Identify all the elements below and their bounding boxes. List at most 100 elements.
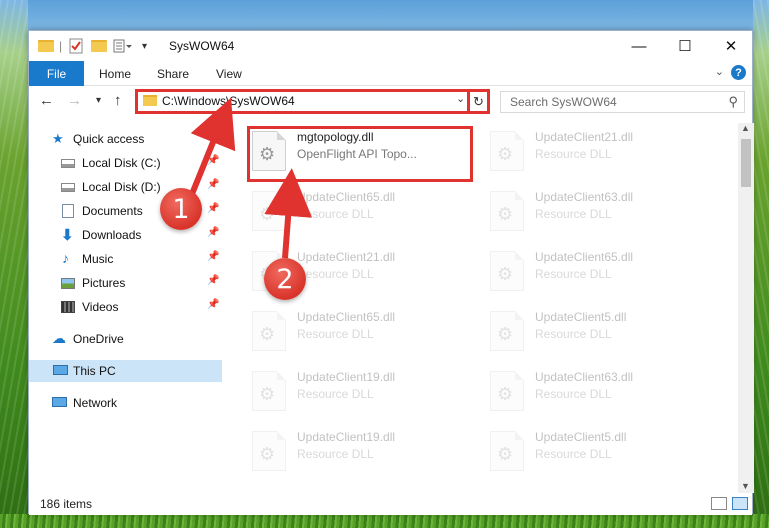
item-count: 186 items bbox=[40, 497, 93, 511]
file-name: UpdateClient65.dll bbox=[297, 190, 396, 204]
file-description: Resource DLL bbox=[297, 267, 374, 281]
file-item[interactable]: ⚙ UpdateClient63.dll Resource DLL bbox=[482, 363, 712, 418]
pin-icon[interactable]: 📌 bbox=[207, 299, 219, 310]
search-icon: ⚲ bbox=[728, 94, 738, 109]
minimize-button[interactable]: — bbox=[616, 31, 662, 61]
music-icon: ♪ bbox=[62, 250, 69, 266]
scroll-up-icon[interactable]: ▲ bbox=[741, 123, 750, 133]
file-description: Resource DLL bbox=[535, 267, 612, 281]
tab-home[interactable]: Home bbox=[99, 67, 131, 81]
nav-label: Videos bbox=[82, 300, 119, 314]
nav-label: Documents bbox=[82, 204, 143, 218]
file-explorer-window: | ▾ SysWOW64 — ☐ ✕ File Home Share View … bbox=[28, 30, 754, 515]
nav-item-music[interactable]: ♪ Music 📌 bbox=[29, 248, 222, 270]
recent-locations-icon[interactable]: ▾ bbox=[96, 95, 101, 106]
file-item[interactable]: ⚙ UpdateClient65.dll Resource DLL bbox=[244, 183, 474, 238]
up-arrow-icon[interactable]: ↑ bbox=[114, 92, 122, 109]
file-list: ⚙ mgtopology.dll OpenFlight API Topo... … bbox=[244, 123, 738, 493]
gear-icon: ⚙ bbox=[259, 324, 276, 344]
file-item[interactable]: ⚙ UpdateClient65.dll Resource DLL bbox=[482, 243, 712, 298]
dll-file-icon: ⚙ bbox=[490, 371, 524, 411]
close-button[interactable]: ✕ bbox=[708, 31, 754, 61]
file-description: Resource DLL bbox=[535, 147, 612, 161]
dll-file-icon: ⚙ bbox=[490, 191, 524, 231]
nav-item-pictures[interactable]: Pictures 📌 bbox=[29, 272, 222, 294]
file-description: Resource DLL bbox=[535, 327, 612, 341]
nav-item-local-disk-c[interactable]: Local Disk (C:) 📌 bbox=[29, 152, 222, 174]
address-path: C:\Windows\SysWOW64 bbox=[162, 94, 295, 108]
file-description: Resource DLL bbox=[297, 447, 374, 461]
chevron-down-icon[interactable]: ⌄ bbox=[456, 92, 465, 105]
ribbon-tabs: File Home Share View ⌄ ? bbox=[29, 61, 752, 86]
file-name: UpdateClient5.dll bbox=[535, 310, 627, 324]
scroll-down-icon[interactable]: ▼ bbox=[741, 481, 750, 491]
file-name: UpdateClient21.dll bbox=[535, 130, 634, 144]
gear-icon: ⚙ bbox=[497, 384, 514, 404]
forward-arrow-icon[interactable]: → bbox=[67, 92, 82, 109]
scroll-thumb[interactable] bbox=[741, 139, 751, 187]
file-item[interactable]: ⚙ UpdateClient63.dll Resource DLL bbox=[482, 183, 712, 238]
file-name: UpdateClient65.dll bbox=[535, 250, 634, 264]
pin-icon[interactable]: 📌 bbox=[207, 155, 219, 166]
maximize-button[interactable]: ☐ bbox=[662, 31, 708, 61]
drive-icon bbox=[61, 159, 75, 168]
file-item[interactable]: ⚙ UpdateClient19.dll Resource DLL bbox=[244, 423, 474, 478]
file-description: Resource DLL bbox=[297, 327, 374, 341]
new-folder-icon[interactable] bbox=[91, 37, 107, 55]
dll-file-icon: ⚙ bbox=[490, 311, 524, 351]
nav-item-onedrive[interactable]: ☁ OneDrive bbox=[29, 328, 222, 350]
nav-label: Local Disk (D:) bbox=[82, 180, 161, 194]
expand-ribbon-icon[interactable]: ⌄ bbox=[715, 65, 724, 78]
file-item[interactable]: ⚙ UpdateClient5.dll Resource DLL bbox=[482, 303, 712, 358]
file-item[interactable]: ⚙ UpdateClient5.dll Resource DLL bbox=[482, 423, 712, 478]
tab-share[interactable]: Share bbox=[157, 67, 189, 81]
tab-file[interactable]: File bbox=[29, 61, 84, 86]
gear-icon: ⚙ bbox=[497, 444, 514, 464]
file-description: Resource DLL bbox=[297, 207, 374, 221]
highlight-box bbox=[247, 126, 473, 182]
navigation-pane: ★ Quick access Local Disk (C:) 📌 Local D… bbox=[29, 123, 224, 493]
pin-icon[interactable]: 📌 bbox=[207, 227, 219, 238]
desktop-background-right bbox=[753, 0, 769, 528]
pin-icon[interactable]: 📌 bbox=[207, 275, 219, 286]
pictures-icon bbox=[61, 278, 75, 289]
refresh-icon: ↻ bbox=[473, 93, 484, 109]
file-name: UpdateClient19.dll bbox=[297, 430, 396, 444]
nav-item-network[interactable]: Network bbox=[29, 392, 222, 414]
customize-toolbar-icon[interactable] bbox=[113, 37, 133, 55]
chevron-down-icon[interactable]: ▾ bbox=[142, 37, 147, 55]
pin-icon[interactable]: 📌 bbox=[207, 179, 219, 190]
gear-icon: ⚙ bbox=[497, 144, 514, 164]
address-bar[interactable]: C:\Windows\SysWOW64 ⌄ bbox=[135, 89, 489, 114]
dll-file-icon: ⚙ bbox=[252, 191, 286, 231]
nav-item-this-pc[interactable]: This PC bbox=[29, 360, 222, 382]
pin-icon[interactable]: 📌 bbox=[207, 251, 219, 262]
star-icon: ★ bbox=[52, 131, 64, 146]
gear-icon: ⚙ bbox=[259, 384, 276, 404]
properties-icon[interactable] bbox=[69, 37, 83, 55]
file-item[interactable]: ⚙ UpdateClient65.dll Resource DLL bbox=[244, 303, 474, 358]
file-name: UpdateClient63.dll bbox=[535, 370, 634, 384]
cloud-icon: ☁ bbox=[52, 330, 66, 346]
details-view-icon[interactable] bbox=[711, 497, 727, 510]
back-arrow-icon[interactable]: ← bbox=[39, 92, 54, 109]
nav-item-videos[interactable]: Videos 📌 bbox=[29, 296, 222, 318]
status-bar: 186 items bbox=[29, 493, 752, 515]
file-item[interactable]: ⚙ UpdateClient19.dll Resource DLL bbox=[244, 363, 474, 418]
nav-label: This PC bbox=[73, 364, 116, 378]
file-name: UpdateClient65.dll bbox=[297, 310, 396, 324]
file-name: UpdateClient5.dll bbox=[535, 430, 627, 444]
pin-icon[interactable]: 📌 bbox=[207, 203, 219, 214]
file-item[interactable]: ⚙ UpdateClient21.dll Resource DLL bbox=[482, 123, 712, 178]
tab-view[interactable]: View bbox=[216, 67, 242, 81]
dll-file-icon: ⚙ bbox=[252, 371, 286, 411]
search-input[interactable]: Search SysWOW64 ⚲ bbox=[500, 91, 745, 113]
nav-item-quick-access[interactable]: ★ Quick access bbox=[29, 128, 222, 150]
large-icons-view-icon[interactable] bbox=[732, 497, 748, 510]
help-icon[interactable]: ? bbox=[731, 65, 746, 80]
address-row: ← → ▾ ↑ C:\Windows\SysWOW64 ⌄ ↻ Search S… bbox=[29, 86, 752, 116]
vertical-scrollbar[interactable]: ▲ ▼ bbox=[738, 123, 754, 493]
file-item-mgtopology[interactable]: ⚙ mgtopology.dll OpenFlight API Topo... bbox=[244, 123, 474, 182]
nav-item-downloads[interactable]: ⬇ Downloads 📌 bbox=[29, 224, 222, 246]
refresh-button[interactable]: ↻ bbox=[467, 89, 490, 114]
